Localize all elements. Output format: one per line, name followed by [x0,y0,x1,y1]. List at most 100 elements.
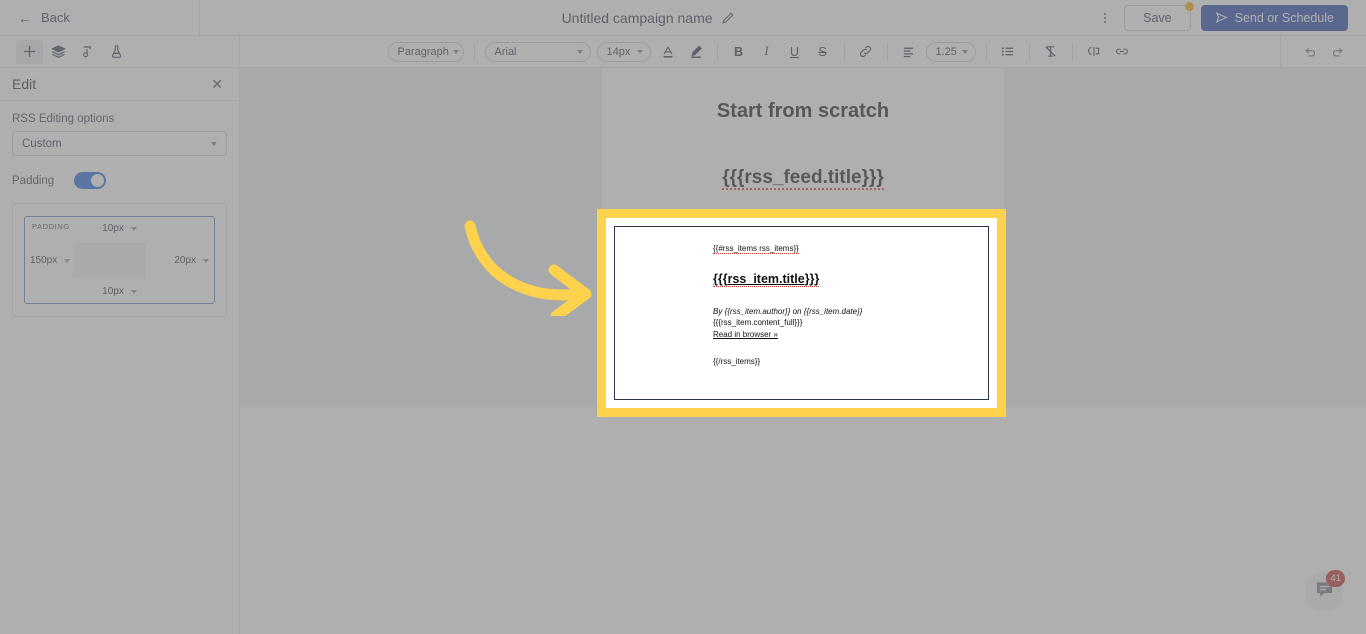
chevron-down-icon [576,49,583,54]
unlink-icon[interactable] [1111,41,1133,63]
font-size-select[interactable]: 14px [596,41,651,62]
toolbar-divider [886,43,888,60]
rss-items-highlight: {{#rss_items rss_items}} {{{rss_item.tit… [597,209,1006,417]
rss-item-byline: By {{rss_item.author}} on {{rss_item.dat… [713,306,863,316]
chevron-down-icon [130,289,137,294]
redo-icon[interactable] [1327,41,1349,63]
edit-panel: Edit ✕ RSS Editing options Custom Paddin… [0,68,240,634]
editor-toolbar: Paragraph Arial 14px B I U S 1.25 [0,35,1366,68]
font-family-select[interactable]: Arial [484,41,591,62]
text-format-tools: Paragraph Arial 14px B I U S 1.25 [240,36,1280,68]
toggle-knob [91,174,105,187]
edit-panel-body: RSS Editing options Custom Padding PADDI… [0,101,239,317]
curved-arrow-right-icon [464,220,592,316]
edit-panel-title: Edit [12,76,37,92]
highlight-color-icon[interactable] [685,41,707,63]
padding-top-stepper[interactable]: 10px [25,223,214,234]
test-lab-icon[interactable] [103,40,130,64]
text-color-icon[interactable] [657,41,679,63]
padding-toggle-label: Padding [12,174,55,187]
back-button-label: Back [41,10,70,25]
font-family-value: Arial [494,45,517,58]
campaign-title-area: Untitled campaign name [200,10,1096,26]
rss-close-tag: {{/rss_items}} [713,357,761,367]
rss-item-title[interactable]: {{{rss_item.title}}} [615,271,988,287]
rss-items-block[interactable]: {{#rss_items rss_items}} {{{rss_item.tit… [614,226,989,400]
strike-label: S [818,44,827,59]
padding-bottom-stepper[interactable]: 10px [25,286,214,297]
toolbar-divider [473,43,475,60]
toolbar-divider [716,43,718,60]
padding-toggle[interactable] [74,172,107,189]
top-bar: ← Back Untitled campaign name Save Send … [0,0,1366,36]
padding-right-stepper[interactable]: 20px [174,255,209,266]
chevron-down-icon [130,226,137,231]
page-title: Untitled campaign name [561,9,713,26]
app-root: ← Back Untitled campaign name Save Send … [0,0,1366,634]
padding-top-value: 10px [102,223,124,234]
send-button-label: Send or Schedule [1234,10,1334,25]
layers-icon[interactable] [45,40,72,64]
top-bar-actions: Save Send or Schedule [1096,0,1366,36]
toolbar-divider [1028,43,1030,60]
toolbar-divider [843,43,845,60]
strikethrough-button[interactable]: S [812,41,834,63]
top-bar-left: ← Back [0,0,200,36]
italic-button[interactable]: I [756,41,778,63]
add-block-icon[interactable] [16,39,43,64]
padding-box: PADDING 10px 150px 20px 10px [24,216,215,304]
paper-plane-icon [1215,11,1228,24]
close-icon[interactable]: ✕ [211,77,223,91]
bold-label: B [733,44,744,59]
unsaved-changes-dot [1184,1,1194,11]
rss-item-content: {{{rss_item.content_full}}} [713,318,803,328]
padding-toggle-row: Padding [12,172,227,189]
save-button[interactable]: Save [1124,1,1194,31]
line-height-select[interactable]: 1.25 [925,41,976,62]
more-options-icon[interactable] [1096,9,1114,27]
chevron-down-icon [961,49,968,54]
pencil-icon[interactable] [721,11,735,25]
rss-options-value: Custom [22,137,62,150]
history-tools [1280,35,1366,68]
back-button[interactable]: ← Back [18,10,70,25]
chevron-down-icon [636,49,643,54]
rss-options-label: RSS Editing options [12,113,115,125]
chat-widget-button[interactable]: 41 [1305,570,1345,611]
rss-item-title-text: {{{rss_item.title}}} [713,271,820,287]
underline-label: U [789,44,800,59]
toolbar-divider [1071,43,1073,60]
toolbar-divider [985,43,987,60]
font-size-value: 14px [606,45,631,58]
padding-right-value: 20px [174,255,196,266]
padding-card: PADDING 10px 150px 20px 10px [12,203,227,317]
paragraph-style-select[interactable]: Paragraph [387,41,464,62]
italic-label: I [764,44,769,58]
block-tools [0,35,240,68]
link-icon[interactable] [855,41,877,63]
theme-icon[interactable] [74,40,101,64]
rss-options-select[interactable]: Custom [12,131,227,156]
clear-formatting-icon[interactable] [1040,41,1062,63]
bulleted-list-icon[interactable] [997,41,1019,63]
undo-icon[interactable] [1299,41,1321,63]
underline-button[interactable]: U [784,41,806,63]
chevron-down-icon [203,258,209,263]
padding-bottom-value: 10px [102,286,124,297]
chevron-down-icon [452,49,459,54]
line-height-value: 1.25 [935,45,957,58]
send-or-schedule-button[interactable]: Send or Schedule [1200,4,1348,31]
hero-title[interactable]: Start from scratch [602,68,1004,123]
chevron-down-icon [64,258,71,263]
merge-tag-icon[interactable] [1083,41,1105,63]
rss-feed-title-text: {{{rss_feed.title}}} [722,167,884,190]
read-in-browser-link[interactable]: Read in browser » [615,329,988,341]
padding-left-stepper[interactable]: 150px [30,255,71,266]
bold-button[interactable]: B [728,41,750,63]
edit-panel-header: Edit ✕ [0,68,239,101]
padding-inner-block [73,243,146,279]
rss-open-tag: {{#rss_items rss_items}} [615,243,988,255]
rss-feed-title[interactable]: {{{rss_feed.title}}} [602,167,1004,190]
align-left-icon[interactable] [898,41,920,63]
paragraph-style-value: Paragraph [397,45,449,58]
